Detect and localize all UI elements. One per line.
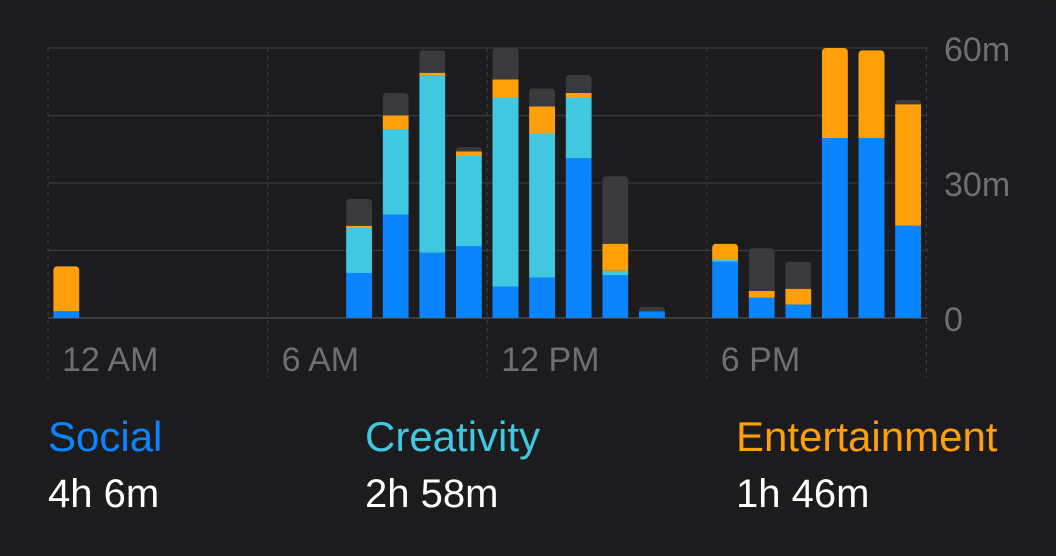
bar-segment-other: [492, 48, 519, 80]
legend-entertainment-label: Entertainment: [736, 413, 998, 460]
bar-segment-other: [602, 176, 629, 244]
bar-segment-creativity: [712, 259, 739, 262]
bar-segment-creativity: [602, 270, 629, 276]
bar-hour-10[interactable]: [419, 50, 446, 318]
bar-segment-social: [455, 246, 482, 318]
legend-entertainment-value: 1h 46m: [736, 472, 870, 516]
bar-segment-entertainment: [455, 151, 482, 156]
bar-segment-social: [895, 225, 922, 318]
bar-hour-11[interactable]: [455, 147, 482, 318]
y-tick-label: 0: [944, 301, 963, 339]
bar-hour-0[interactable]: [53, 266, 80, 318]
bar-hour-9[interactable]: [382, 93, 409, 318]
bar-hour-21[interactable]: [821, 48, 848, 318]
screen-time-card: 60m 30m 0 12 AM 6 AM 12 PM 6 PM Social 4h 6m C…: [0, 0, 1056, 556]
bar-segment-social: [529, 277, 556, 318]
y-tick-label: 60m: [944, 31, 1010, 69]
bar-segment-social: [346, 273, 373, 318]
legend-social[interactable]: Social 4h 6m: [48, 408, 162, 522]
bar-segment-social: [638, 311, 665, 318]
bar-segment-other: [382, 93, 409, 116]
bar-hour-16[interactable]: [638, 306, 665, 318]
bar-segment-entertainment: [712, 243, 739, 260]
bar-segment-creativity: [419, 75, 446, 253]
bar-segment-entertainment: [529, 106, 556, 134]
bar-segment-social: [382, 214, 409, 318]
legend-social-label: Social: [48, 413, 163, 460]
bar-segment-other: [455, 147, 482, 152]
bar-segment-creativity: [492, 97, 519, 287]
bar-segment-entertainment: [785, 288, 812, 305]
bar-hour-7[interactable]: [309, 317, 336, 318]
bar-hour-12[interactable]: [492, 48, 519, 318]
bar-segment-creativity: [382, 129, 409, 215]
bar-segment-social: [602, 275, 629, 318]
x-tick-label: 12 AM: [62, 341, 158, 379]
bar-segment-creativity: [565, 97, 592, 159]
bar-segment-entertainment: [895, 104, 922, 226]
x-tick-label: 6 PM: [721, 341, 800, 379]
bar-segment-other: [748, 248, 775, 291]
x-tick-label: 12 PM: [501, 341, 599, 379]
bar-hour-15[interactable]: [602, 176, 629, 318]
bar-segment-creativity: [529, 133, 556, 278]
bar-segment-social: [53, 311, 80, 318]
bar-hour-23[interactable]: [895, 99, 922, 318]
bar-segment-entertainment: [492, 79, 519, 98]
bar-hour-20[interactable]: [785, 261, 812, 318]
bar-segment-entertainment: [382, 115, 409, 129]
bar-segment-entertainment: [565, 93, 592, 98]
bar-segment-entertainment: [748, 291, 775, 298]
legend-entertainment[interactable]: Entertainment 1h 46m: [736, 408, 997, 522]
bar-segment-social: [712, 261, 739, 318]
bar-segment-entertainment: [858, 50, 885, 138]
bar-segment-other: [565, 75, 592, 93]
bar-segment-entertainment: [419, 72, 446, 75]
bar-hour-8[interactable]: [346, 198, 373, 318]
bar-segment-other: [346, 198, 373, 226]
bar-hour-13[interactable]: [529, 88, 556, 319]
bar-segment-other: [419, 50, 446, 73]
bar-segment-entertainment: [53, 266, 80, 312]
bar-hour-22[interactable]: [858, 50, 885, 318]
legend-social-value: 4h 6m: [48, 472, 160, 516]
bar-segment-social: [785, 304, 812, 318]
bar-hour-18[interactable]: [712, 243, 739, 318]
bar-segment-entertainment: [821, 48, 848, 138]
bar-segment-creativity: [455, 156, 482, 246]
usage-bar-chart: 60m 30m 0 12 AM 6 AM 12 PM 6 PM: [47, 31, 1010, 379]
bar-segment-other: [529, 88, 556, 107]
bar-segment-social: [858, 138, 885, 318]
bar-segment-social: [419, 252, 446, 318]
bar-segment-other: [638, 306, 665, 312]
bar-segment-other: [309, 317, 336, 318]
bar-segment-social: [492, 286, 519, 318]
bar-segment-social: [565, 158, 592, 318]
legend-creativity-value: 2h 58m: [365, 472, 499, 516]
x-tick-label: 6 AM: [282, 341, 359, 379]
bar-hour-14[interactable]: [565, 75, 592, 318]
bar-hour-19[interactable]: [748, 248, 775, 318]
bar-segment-entertainment: [346, 225, 373, 228]
bar-segment-other: [895, 99, 922, 105]
bar-segment-creativity: [346, 228, 373, 273]
legend-creativity-label: Creativity: [365, 413, 541, 460]
bar-segment-other: [785, 261, 812, 289]
y-tick-label: 30m: [944, 166, 1010, 204]
bar-segment-social: [748, 297, 775, 318]
bar-segment-entertainment: [602, 243, 629, 271]
legend-creativity[interactable]: Creativity 2h 58m: [365, 408, 540, 522]
bar-segment-social: [821, 138, 848, 318]
